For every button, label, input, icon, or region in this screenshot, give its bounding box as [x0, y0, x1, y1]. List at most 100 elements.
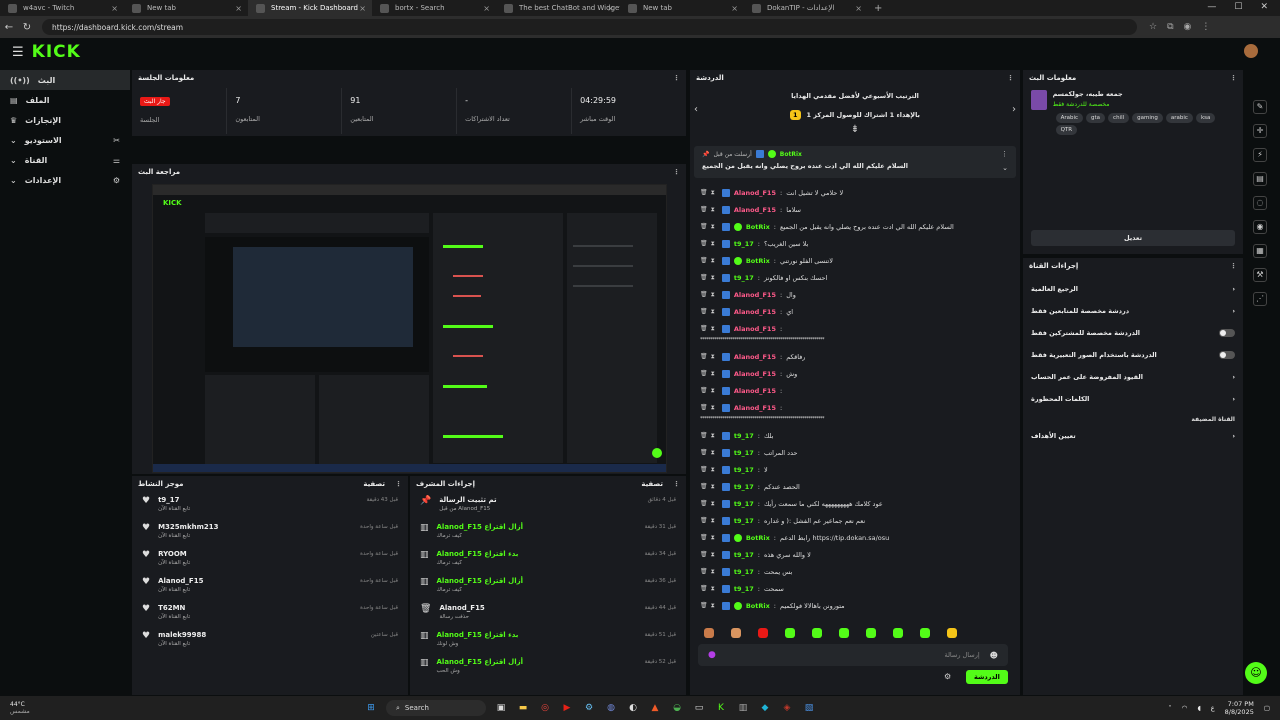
tag-pill[interactable]: chill [1108, 113, 1130, 123]
stream-category[interactable]: مخصصة للدردشة فقط [1053, 101, 1235, 108]
chevron-down-icon[interactable]: ⌄ [1002, 164, 1008, 172]
chat-username[interactable]: t9_17 [734, 483, 754, 491]
browser-tab[interactable]: w4avc - Twitch × [0, 0, 124, 16]
mod-tools-icon[interactable]: 🗑⧗ [700, 325, 718, 333]
close-tab-icon[interactable]: × [483, 4, 490, 13]
close-tab-icon[interactable]: × [235, 4, 242, 13]
reload-icon[interactable]: ↻ [18, 22, 36, 33]
minimize-icon[interactable]: — [1207, 2, 1216, 12]
close-window-icon[interactable]: ✕ [1260, 2, 1268, 12]
taskbar-search[interactable]: ⌕ Search [386, 700, 486, 716]
chat-username[interactable]: t9_17 [734, 517, 754, 525]
channel-action-row[interactable]: دردشة مخصصة للمتابعين فقط › [1023, 300, 1243, 322]
chat-message[interactable]: 🗑⧗ t9_17: بلا سين الغريب؟ [690, 235, 1020, 252]
tag-pill[interactable]: ksa [1195, 113, 1216, 123]
chat-settings-icon[interactable]: ⚙ [944, 672, 951, 681]
browser-tab[interactable]: The best ChatBot and Widgets fo× [496, 0, 620, 16]
chat-username[interactable]: Alanod_F15 [734, 189, 776, 197]
chat-username[interactable]: BotRix [746, 257, 770, 265]
chat-input[interactable]: ● إرسال رسالة ☻ [698, 644, 1008, 666]
channel-action-row[interactable]: القيود المفروضة على عمر الحساب › [1023, 366, 1243, 388]
mod-tools-icon[interactable]: 🗑⧗ [700, 551, 718, 559]
app-icon[interactable]: ◈ [779, 700, 795, 716]
task-view-icon[interactable]: ▣ [493, 700, 509, 716]
weather-widget[interactable]: 44°C مشمس [0, 701, 360, 715]
new-tab-icon[interactable]: + [868, 3, 888, 14]
chat-message[interactable]: 🗑⧗ Alanod_F15: [690, 382, 1020, 399]
wifi-icon[interactable]: ◠ [1182, 704, 1188, 712]
chat-message[interactable]: 🗑⧗ Alanod_F15: [690, 399, 1020, 416]
windows-start-icon[interactable]: ⊞ [363, 700, 379, 716]
nav-item[interactable]: ⌄ الاستوديو ✂ [0, 130, 130, 150]
feed-username[interactable]: Alanod_F15 [158, 577, 203, 585]
chat-message[interactable]: 🗑⧗ t9_17: حدد المراتب [690, 444, 1020, 461]
chat-username[interactable]: Alanod_F15 [734, 387, 776, 395]
more-icon[interactable]: ⋮ [673, 74, 680, 82]
kick-logo[interactable]: KICK [32, 42, 81, 62]
mod-tools-icon[interactable]: 🗑⧗ [700, 432, 718, 440]
tag-pill[interactable]: arabic [1165, 113, 1193, 123]
mod-tools-icon[interactable]: 🗑⧗ [700, 206, 718, 214]
mod-tools-icon[interactable]: 🗑⧗ [700, 240, 718, 248]
more-icon[interactable]: ⋮ [1230, 74, 1237, 82]
clock[interactable]: 7:07 PM 8/8/2025 [1225, 700, 1254, 716]
set-goals-row[interactable]: تعيين الأهداف › [1023, 425, 1243, 447]
mod-tools-icon[interactable]: 🗑⧗ [700, 534, 718, 542]
prev-arrow-icon[interactable]: ‹ [694, 104, 698, 115]
filter-button[interactable]: تصفية [363, 480, 385, 488]
chat-message[interactable]: 🗑⧗ Alanod_F15: [690, 320, 1020, 337]
edge-icon[interactable]: ◒ [669, 700, 685, 716]
more-icon[interactable]: ⋮ [1230, 262, 1237, 270]
chat-message[interactable]: 🗑⧗ t9_17: احسك بنكس او فالكونز [690, 269, 1020, 286]
chat-username[interactable]: Alanod_F15 [734, 353, 776, 361]
bolt-icon[interactable]: ⚡ [1253, 148, 1267, 162]
chat-message[interactable]: 🗑⧗ Alanod_F15: وال [690, 286, 1020, 303]
chat-message[interactable]: 🗑⧗ t9_17: سمحت [690, 580, 1020, 597]
mod-tools-icon[interactable]: 🗑⧗ [700, 404, 718, 412]
chat-message[interactable]: 🗑⧗ t9_17: بلك [690, 427, 1020, 444]
star-icon[interactable]: ☆ [1149, 22, 1157, 32]
emote-icon[interactable] [731, 628, 741, 638]
more-icon[interactable]: ⋮ [1007, 74, 1014, 82]
menu-icon[interactable]: ⋮ [1201, 22, 1210, 32]
mod-tools-icon[interactable]: 🗑⧗ [700, 568, 718, 576]
chat-message[interactable]: 🗑⧗ t9_17: لا والله سري هذه [690, 546, 1020, 563]
volume-icon[interactable]: ◖ [1197, 704, 1200, 712]
tag-pill[interactable]: QTR [1055, 125, 1078, 135]
chat-username[interactable]: Alanod_F15 [734, 325, 776, 333]
chat-message[interactable]: 🗑⧗ t9_17: بس يمحت [690, 563, 1020, 580]
user-avatar[interactable] [1244, 44, 1258, 58]
chat-message[interactable]: 🗑⧗ t9_17: نعم نعم جماعير عم الفشل :( و غدا… [690, 512, 1020, 529]
language-indicator[interactable]: ع [1211, 704, 1215, 712]
emote-icon[interactable] [785, 628, 795, 638]
obs-icon[interactable]: ◐ [625, 700, 641, 716]
browser-tab[interactable]: Stream - Kick Dashboard × [248, 0, 372, 16]
discord-icon[interactable]: ◍ [603, 700, 619, 716]
steam-icon[interactable]: ⚙ [581, 700, 597, 716]
nav-item[interactable]: ▤ الملف [0, 90, 130, 110]
calendar-icon[interactable]: ▦ [1253, 244, 1267, 258]
channel-action-row[interactable]: الدردشة مخصصة للمشتركين فقط [1023, 322, 1243, 344]
emote-icon[interactable] [947, 628, 957, 638]
mod-tools-icon[interactable]: 🗑⧗ [700, 308, 718, 316]
back-icon[interactable]: ← [0, 22, 18, 33]
chat-username[interactable]: BotRix [746, 534, 770, 542]
crosshair-icon[interactable]: ✛ [1253, 124, 1267, 138]
help-chat-icon[interactable]: ☺ [1245, 662, 1267, 684]
emote-icon[interactable] [866, 628, 876, 638]
feed-username[interactable]: M325mkhm213 [158, 523, 218, 531]
more-icon[interactable]: ⋮ [395, 480, 402, 488]
nav-item[interactable]: ((•)) البث [0, 70, 130, 90]
chat-message[interactable]: 🗑⧗ Alanod_F15: رفاقكم [690, 348, 1020, 365]
chat-username[interactable]: t9_17 [734, 274, 754, 282]
tag-pill[interactable]: Arabic [1055, 113, 1084, 123]
mod-tools-icon[interactable]: 🗑⧗ [700, 517, 718, 525]
extensions-icon[interactable]: ⧉ [1167, 22, 1173, 32]
emote-icon[interactable] [812, 628, 822, 638]
chat-username[interactable]: BotRix [746, 602, 770, 610]
nav-item[interactable]: ⌄ الإعدادات ⚙ [0, 170, 130, 190]
chat-username[interactable]: t9_17 [734, 240, 754, 248]
close-tab-icon[interactable]: × [731, 4, 738, 13]
chat-message[interactable]: 🗑⧗ Alanod_F15: اي [690, 303, 1020, 320]
chrome-icon[interactable]: ◎ [537, 700, 553, 716]
